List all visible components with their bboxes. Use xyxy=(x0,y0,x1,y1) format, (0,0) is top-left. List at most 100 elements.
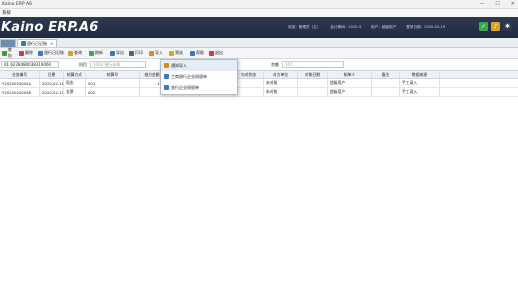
check-icon[interactable]: ✓ xyxy=(479,22,488,31)
add-icon xyxy=(2,50,7,56)
window-title: Kaino ERP A6 xyxy=(2,1,32,7)
toolbar-button-1[interactable]: 删除 xyxy=(18,49,35,57)
table-cell: 2020-02-18 xyxy=(42,79,64,87)
column-header[interactable]: 数据来源 xyxy=(400,71,440,78)
table-cell xyxy=(298,79,328,87)
toolbar-button-label: 银行日记账 xyxy=(44,50,64,55)
doc-icon xyxy=(164,74,169,79)
toolbar-button-label: 退出 xyxy=(215,50,223,55)
table-cell: 手工录入 xyxy=(400,79,440,87)
exit-icon xyxy=(209,50,214,56)
dropdown-item-label: 通知导入 xyxy=(171,62,187,68)
column-header[interactable]: 备注 xyxy=(372,71,400,78)
table-row[interactable]: Y202002000442020-02-18现金00116未对账超级用户手工录入 xyxy=(0,79,518,88)
gear-icon[interactable]: ✱ xyxy=(503,22,512,31)
table-cell xyxy=(298,88,328,96)
ledger-icon xyxy=(21,41,26,46)
bell-icon[interactable]: ♪ xyxy=(491,22,500,31)
tab-home[interactable] xyxy=(0,39,16,47)
app-logo: Kaino ERP.A6 xyxy=(1,20,99,35)
column-header[interactable]: 对方单位 xyxy=(264,71,298,78)
search-icon xyxy=(68,50,73,56)
table-cell xyxy=(234,79,264,87)
dropdown-item[interactable]: 通知导入 xyxy=(161,60,237,71)
dropdown-item[interactable]: 工商银行企业网银单 xyxy=(161,71,237,82)
column-header[interactable]: 制单人 xyxy=(328,71,372,78)
header-info-welcome: 欢迎：管理员（主） xyxy=(288,25,321,29)
subject-input[interactable]: 1002 银行存款 xyxy=(90,61,146,68)
maximize-icon[interactable]: ☐ xyxy=(495,1,499,7)
table-cell: 001 xyxy=(86,79,140,87)
table-cell xyxy=(234,88,264,96)
refresh-icon xyxy=(89,50,94,56)
header-info-date: 登录日期：2020-03-19 xyxy=(406,25,446,29)
table-row[interactable]: Y202002000462020-02-19支票002126.50107.00元… xyxy=(0,88,518,97)
toolbar-button-0[interactable]: 增加 xyxy=(1,47,16,58)
doc-icon xyxy=(164,85,169,90)
subject-label: 科目 xyxy=(79,61,87,67)
column-header[interactable]: 业务编号 xyxy=(0,71,40,78)
column-header[interactable]: 结算号 xyxy=(86,71,140,78)
minimize-icon[interactable]: — xyxy=(479,1,484,7)
dropdown-item-label: 工商银行企业网银单 xyxy=(171,73,207,79)
balance-label: 余额 xyxy=(271,61,279,67)
toolbar-button-label: 删除 xyxy=(25,50,33,55)
toolbar-button-7[interactable]: 导入 xyxy=(148,49,166,57)
close-icon[interactable]: ✕ xyxy=(511,1,515,7)
table-cell: 超级用户 xyxy=(328,88,372,96)
filter-icon xyxy=(169,50,174,56)
tab-bank-journal[interactable]: 银行日记账 ✕ xyxy=(17,39,58,47)
toolbar-button-label: 查询 xyxy=(74,50,82,55)
header-info-user: 用户：超级用户 xyxy=(371,25,397,29)
account-value: 01 6228480038319060 xyxy=(4,62,52,67)
tab-strip: 银行日记账 ✕ xyxy=(0,38,518,48)
toolbar: 增加 删除 银行日记账 查询 刷新 导出 打印 导入 筛选 帮助 退出 xyxy=(0,47,518,59)
toolbar-button-8[interactable]: 筛选 xyxy=(168,49,187,57)
table-cell: 未对账 xyxy=(264,88,298,96)
tab-label: 银行日记账 xyxy=(27,40,47,46)
table-cell: 2020-02-19 xyxy=(42,88,64,96)
account-select[interactable]: 01 6228480038319060 xyxy=(1,61,59,68)
toolbar-button-6[interactable]: 打印 xyxy=(128,49,146,57)
import-icon xyxy=(149,50,154,56)
toolbar-button-label: 刷新 xyxy=(95,50,103,55)
toolbar-button-4[interactable]: 刷新 xyxy=(88,49,107,57)
column-header[interactable]: 日期 xyxy=(40,71,64,78)
notice-icon xyxy=(164,63,169,68)
filter-bar: 01 6228480038319060 科目 1002 银行存款 余额 107 xyxy=(0,59,518,70)
table-cell: 支票 xyxy=(64,88,86,96)
dropdown-item[interactable]: 农行企业网银单 xyxy=(161,82,237,93)
toolbar-button-5[interactable]: 导出 xyxy=(109,49,126,57)
menubar: 系统 xyxy=(0,9,518,17)
toolbar-button-9[interactable]: 帮助 xyxy=(189,49,206,57)
column-header[interactable]: 对账日期 xyxy=(298,71,328,78)
dropdown-item-label: 农行企业网银单 xyxy=(171,84,199,90)
toolbar-button-label: 筛选 xyxy=(175,50,183,55)
menu-system[interactable]: 系统 xyxy=(2,10,11,16)
app-header: Kaino ERP.A6 欢迎：管理员（主） 会计期间：2020-3 用户：超级… xyxy=(0,17,518,38)
table-cell: 002 xyxy=(86,88,140,96)
toolbar-button-label: 增加 xyxy=(7,47,12,58)
toolbar-button-label: 打印 xyxy=(135,50,143,55)
close-icon[interactable]: ✕ xyxy=(50,41,53,46)
toolbar-button-2[interactable]: 银行日记账 xyxy=(37,49,65,57)
toolbar-button-label: 导出 xyxy=(116,50,124,55)
balance-input[interactable]: 107 xyxy=(282,61,344,68)
table-cell xyxy=(372,79,400,87)
export-icon xyxy=(110,50,115,56)
help-icon xyxy=(190,50,195,56)
toolbar-button-label: 导入 xyxy=(155,50,163,55)
table-cell: 手工录入 xyxy=(400,88,440,96)
column-header[interactable]: 勾对状态 xyxy=(234,71,264,78)
window-titlebar: Kaino ERP A6 — ☐ ✕ xyxy=(0,0,518,9)
table-cell: 现金 xyxy=(64,79,86,87)
print-icon xyxy=(129,50,134,56)
import-dropdown-menu: 通知导入工商银行企业网银单 农行企业网银单 xyxy=(160,59,238,95)
header-info-period: 会计期间：2020-3 xyxy=(330,25,362,29)
table-cell xyxy=(372,88,400,96)
toolbar-button-3[interactable]: 查询 xyxy=(67,49,86,57)
column-header[interactable]: 结算方式 xyxy=(64,71,86,78)
balance-value: 107 xyxy=(285,62,293,67)
toolbar-button-10[interactable]: 退出 xyxy=(208,49,225,57)
toolbar-button-label: 帮助 xyxy=(196,50,204,55)
